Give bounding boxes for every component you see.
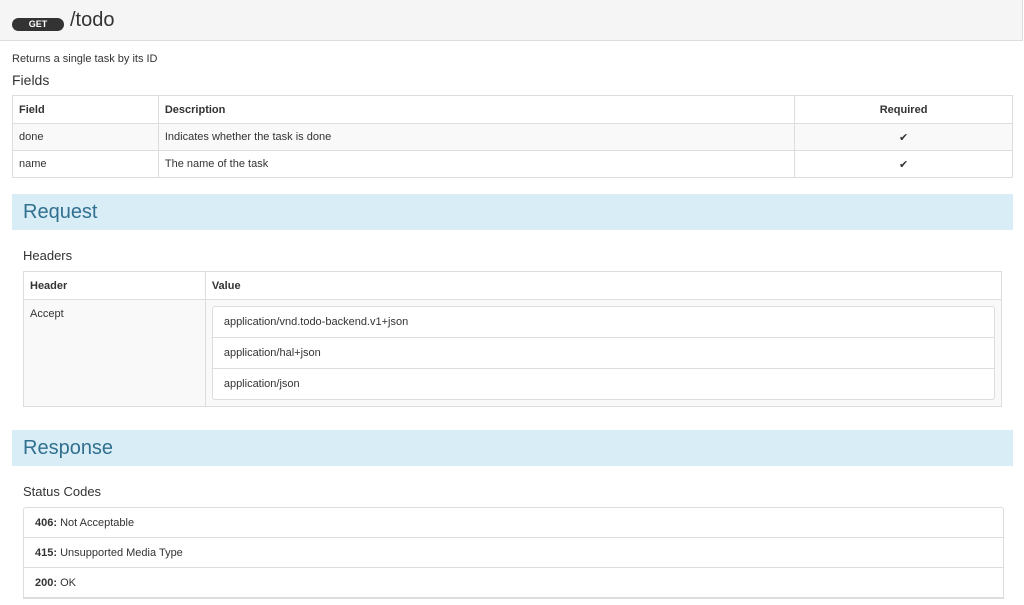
request-section-header: Request xyxy=(12,194,1013,230)
table-header-row: Header Value xyxy=(23,271,1003,300)
table-row: done Indicates whether the task is done … xyxy=(12,123,1013,151)
header-name: Accept xyxy=(23,299,206,407)
fields-table: Field Description Required done Indicate… xyxy=(12,95,1013,178)
list-item: application/hal+json xyxy=(212,338,994,369)
status-code: 200: xyxy=(35,577,58,589)
response-section-header: Response xyxy=(12,430,1013,466)
status-codes-list: 406: Not Acceptable 415: Unsupported Med… xyxy=(23,507,1004,599)
list-item: application/json xyxy=(223,378,300,390)
list-item: 415: Unsupported Media Type xyxy=(24,538,1003,568)
field-description: Indicates whether the task is done xyxy=(157,123,796,151)
table-row: name The name of the task ✔ xyxy=(12,150,1013,178)
fields-heading: Fields xyxy=(12,72,50,88)
column-header-header: Header xyxy=(23,271,206,300)
status-code: 406: xyxy=(35,517,58,529)
endpoint-path: /todo xyxy=(70,9,115,31)
status-text: OK xyxy=(60,577,76,589)
list-item: application/vnd.todo-backend.v1+json xyxy=(212,307,994,338)
status-codes-heading: Status Codes xyxy=(23,484,102,499)
column-header-field: Field xyxy=(12,95,159,124)
header-values: application/vnd.todo-backend.v1+json app… xyxy=(204,299,1003,407)
status-code: 415: xyxy=(35,547,58,559)
status-text: Unsupported Media Type xyxy=(60,547,183,559)
field-name: name xyxy=(12,150,159,178)
list-item: 406: Not Acceptable xyxy=(24,508,1003,538)
table-header-row: Field Description Required xyxy=(12,95,1013,124)
table-row: Accept application/vnd.todo-backend.v1+j… xyxy=(23,299,1003,407)
value-list: application/vnd.todo-backend.v1+json app… xyxy=(211,306,995,400)
checkmark-icon: ✔ xyxy=(794,150,1013,178)
field-description: The name of the task xyxy=(157,150,796,178)
http-method-badge: GET xyxy=(12,18,64,31)
column-header-description: Description xyxy=(157,95,796,124)
checkmark-icon: ✔ xyxy=(794,123,1013,151)
endpoint-description: Returns a single task by its ID xyxy=(12,53,158,65)
list-item: 200: OK xyxy=(24,568,1003,598)
status-text: Not Acceptable xyxy=(60,517,135,529)
column-header-value: Value xyxy=(204,271,1003,300)
headers-table: Header Value Accept application/vnd.todo… xyxy=(23,271,1003,407)
column-header-required: Required xyxy=(794,95,1013,124)
field-name: done xyxy=(12,123,159,151)
endpoint-header[interactable]: GET /todo xyxy=(0,0,1023,41)
headers-heading: Headers xyxy=(23,248,73,263)
